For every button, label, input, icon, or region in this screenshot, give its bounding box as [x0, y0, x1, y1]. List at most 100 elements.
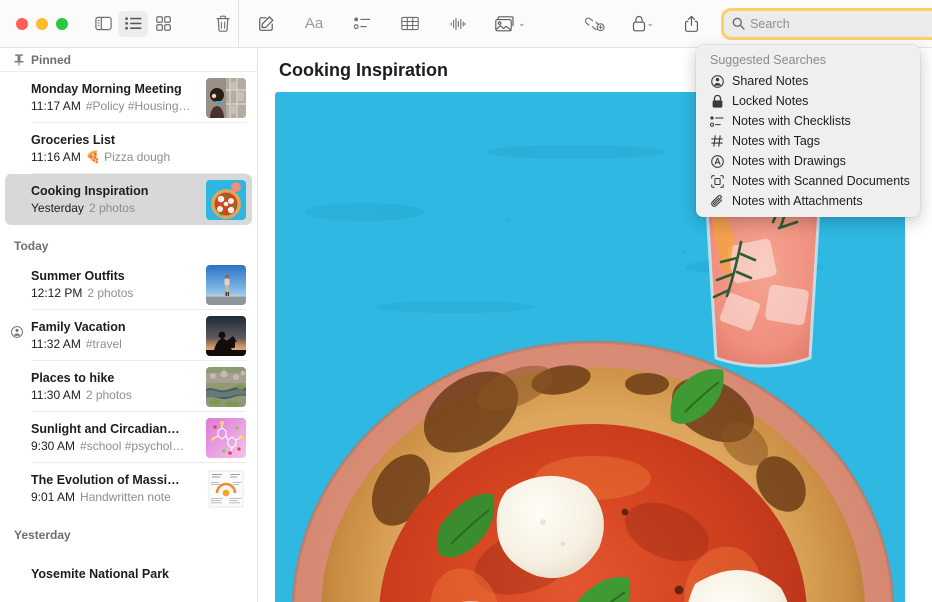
pin-icon: [14, 54, 24, 66]
format-label: Aa: [305, 15, 323, 32]
note-meta: 9:01 AM Handwritten note: [31, 489, 200, 505]
note-list-item[interactable]: Monday Morning Meeting11:17 AM#Policy #H…: [5, 72, 252, 123]
note-subtitle: 2 photos: [86, 387, 132, 403]
suggested-search-label: Notes with Attachments: [732, 194, 863, 208]
note-title: Family Vacation: [31, 319, 200, 335]
note-timestamp: 12:12 PM: [31, 285, 82, 301]
checklist-icon[interactable]: [347, 11, 377, 37]
note-text-block: Places to hike11:30 AM2 photos: [31, 370, 200, 403]
lock-icon: [708, 93, 726, 109]
note-text-block: Sunlight and Circadian…9:30 AM #school #p…: [31, 421, 200, 454]
table-icon[interactable]: [395, 11, 425, 37]
note-subtitle: #school #psychol…: [80, 438, 184, 454]
search-input[interactable]: Search: [724, 11, 932, 37]
suggested-search-label: Notes with Checklists: [732, 114, 851, 128]
note-title: Summer Outfits: [31, 268, 200, 284]
suggested-searches-header: Suggested Searches: [696, 50, 920, 71]
suggested-search-item[interactable]: Shared Notes: [696, 71, 920, 91]
note-timestamp: Yesterday: [31, 200, 84, 216]
share-icon[interactable]: [676, 11, 706, 37]
note-list-item[interactable]: Yosemite National Park: [5, 548, 252, 599]
note-text-block: Groceries List11:16 AM 🍕 Pizza dough: [31, 132, 246, 165]
delete-note-icon[interactable]: [208, 11, 238, 37]
note-list-item[interactable]: Sunlight and Circadian…9:30 AM #school #p…: [5, 412, 252, 463]
note-list-item[interactable]: Summer Outfits12:12 PM 2 photos: [5, 259, 252, 310]
sidebar-toggle-icon[interactable]: [88, 11, 118, 37]
note-subtitle: 2 photos: [89, 200, 135, 216]
toolbar: Aa: [0, 0, 932, 48]
note-list-item[interactable]: Cooking InspirationYesterday2 photos: [5, 174, 252, 225]
note-list-item[interactable]: Family Vacation11:32 AM #travel: [5, 310, 252, 361]
suggested-search-item[interactable]: Notes with Checklists: [696, 111, 920, 131]
checklist-icon: [708, 113, 726, 129]
note-thumbnail: [206, 265, 246, 305]
pinned-notes-list: Monday Morning Meeting11:17 AM#Policy #H…: [0, 72, 257, 225]
note-text-block: Summer Outfits12:12 PM 2 photos: [31, 268, 200, 301]
note-subtitle: #travel: [86, 336, 122, 352]
lock-icon[interactable]: ⌄: [628, 11, 659, 37]
note-thumbnail: [206, 78, 246, 118]
section-header: Yesterday: [0, 514, 257, 548]
suggested-search-item[interactable]: Notes with Tags: [696, 131, 920, 151]
note-meta: 9:30 AM #school #psychol…: [31, 438, 200, 454]
suggested-search-item[interactable]: Notes with Drawings: [696, 151, 920, 171]
note-title: Sunlight and Circadian…: [31, 421, 200, 437]
gallery-view-icon[interactable]: [148, 11, 178, 37]
suggested-searches-list: Shared Notes Locked Notes Notes with Check…: [696, 71, 920, 211]
note-title: Yosemite National Park: [31, 566, 246, 582]
note-meta: 11:16 AM 🍕 Pizza dough: [31, 149, 246, 165]
note-text-block: Yosemite National Park: [31, 566, 246, 582]
media-icon[interactable]: ⌄: [491, 11, 530, 37]
note-thumbnail: [206, 469, 246, 509]
toolbar-right-group: Aa: [239, 0, 932, 47]
compose-note-icon[interactable]: [251, 11, 281, 37]
note-title: Monday Morning Meeting: [31, 81, 200, 97]
note-title: Groceries List: [31, 132, 246, 148]
note-subtitle: 🍕 Pizza dough: [86, 149, 170, 165]
suggested-search-item[interactable]: Notes with Scanned Documents: [696, 171, 920, 191]
audio-icon[interactable]: [443, 11, 473, 37]
suggested-searches-dropdown[interactable]: Suggested Searches Shared Notes Locked No…: [696, 45, 920, 217]
note-thumbnail: [206, 367, 246, 407]
suggested-search-label: Shared Notes: [732, 74, 808, 88]
format-text-icon[interactable]: Aa: [299, 11, 329, 37]
note-timestamp: 11:16 AM: [31, 149, 81, 165]
note-text-block: Cooking InspirationYesterday2 photos: [31, 183, 200, 216]
minimize-button[interactable]: [36, 18, 48, 30]
section-header: Today: [0, 225, 257, 259]
notes-window: Aa: [0, 0, 932, 602]
suggested-search-label: Locked Notes: [732, 94, 808, 108]
note-thumbnail: [206, 316, 246, 356]
hashtag-icon: [708, 133, 726, 149]
note-meta: 12:12 PM 2 photos: [31, 285, 200, 301]
close-button[interactable]: [16, 18, 28, 30]
collaborate-icon[interactable]: [580, 11, 610, 37]
note-list-item[interactable]: The Evolution of Massi…9:01 AM Handwritte…: [5, 463, 252, 514]
note-title: The Evolution of Massi…: [31, 472, 200, 488]
lock-chevron-down-icon: ⌄: [647, 18, 655, 29]
suggested-search-item[interactable]: Notes with Attachments: [696, 191, 920, 211]
shared-notes-icon: [708, 73, 726, 89]
note-subtitle: 2 photos: [87, 285, 133, 301]
note-list-item[interactable]: Places to hike11:30 AM2 photos: [5, 361, 252, 412]
search-placeholder: Search: [750, 17, 790, 31]
note-meta: 11:30 AM 2 photos: [31, 387, 200, 403]
notes-list-sidebar[interactable]: Pinned Monday Morning Meeting11:17 AM#Po…: [0, 48, 258, 602]
note-timestamp: 9:30 AM: [31, 438, 75, 454]
list-view-icon[interactable]: [118, 11, 148, 37]
note-meta: 11:32 AM #travel: [31, 336, 200, 352]
paperclip-icon: [708, 193, 726, 209]
suggested-search-item[interactable]: Locked Notes: [696, 91, 920, 111]
note-meta: 11:17 AM#Policy #Housing…: [31, 98, 200, 114]
note-text-block: The Evolution of Massi…9:01 AM Handwritte…: [31, 472, 200, 505]
traffic-lights: [16, 18, 68, 30]
note-list-item[interactable]: Groceries List11:16 AM 🍕 Pizza dough: [5, 123, 252, 174]
note-timestamp: 11:32 AM: [31, 336, 81, 352]
search-field-wrapper: Search: [724, 11, 932, 37]
shared-note-icon: [11, 326, 23, 338]
note-timestamp: 11:30 AM: [31, 387, 81, 403]
note-subtitle: Handwritten note: [80, 489, 171, 505]
note-timestamp: 11:17 AM: [31, 98, 81, 114]
note-timestamp: 9:01 AM: [31, 489, 75, 505]
zoom-button[interactable]: [56, 18, 68, 30]
